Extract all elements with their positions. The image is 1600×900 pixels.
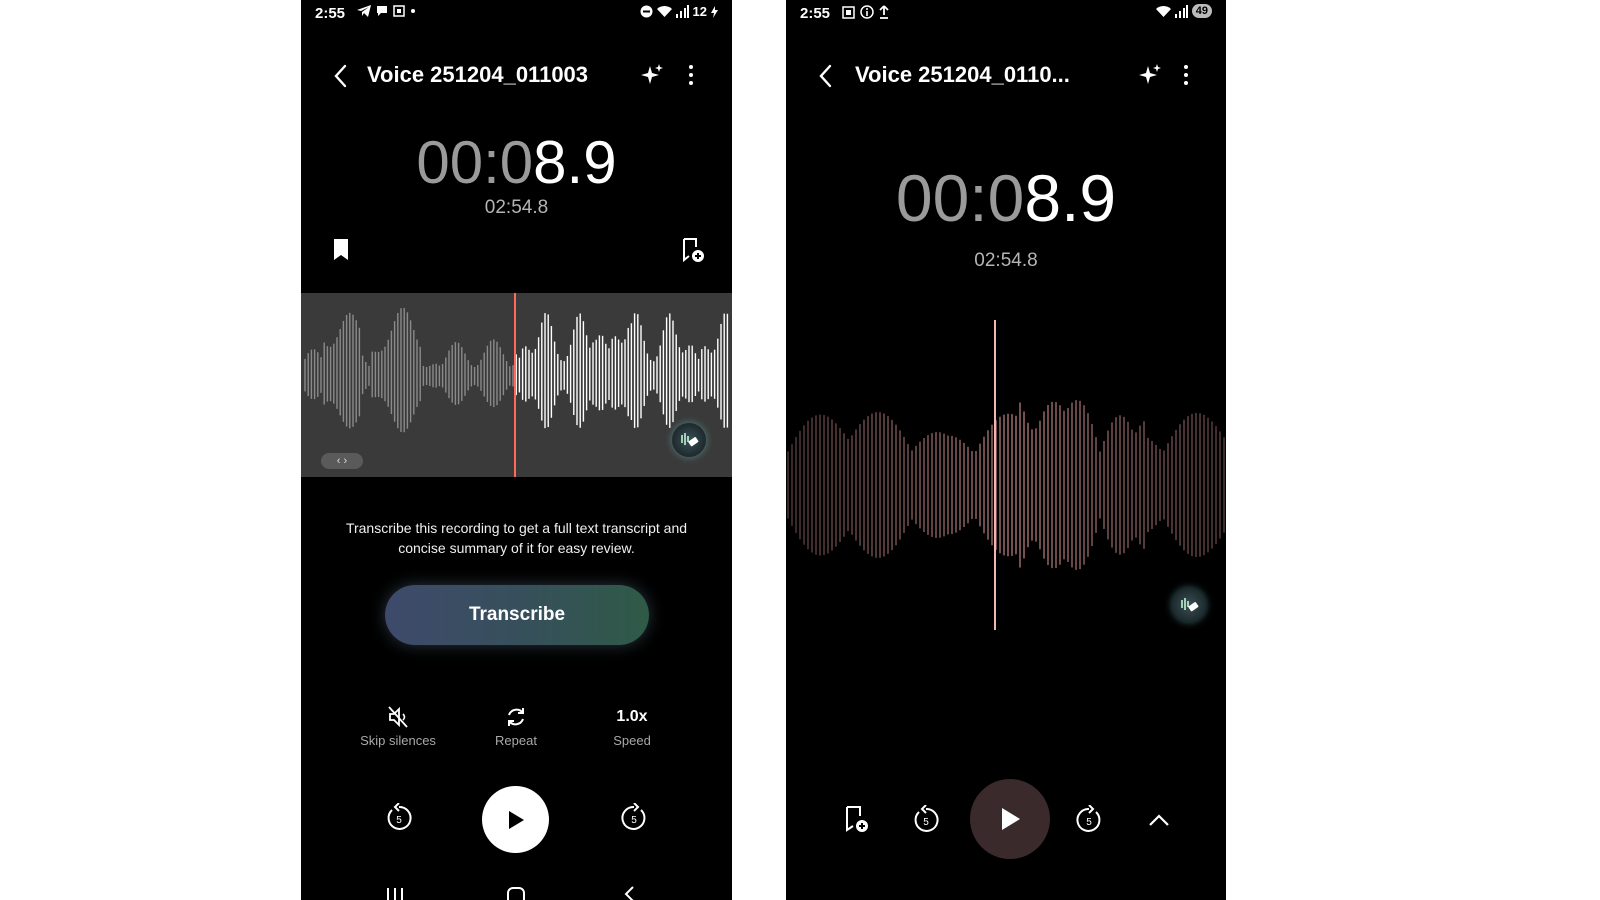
skip-silences-label: Skip silences <box>360 733 436 748</box>
elapsed-time: 00:08.9 <box>301 128 732 197</box>
ai-noise-button[interactable] <box>1172 588 1206 622</box>
screenshot-icon <box>842 5 855 19</box>
add-bookmark-icon[interactable] <box>844 806 870 834</box>
svg-text:5: 5 <box>631 815 637 826</box>
ai-eraser-icon <box>1181 598 1199 612</box>
header: Voice 251204_011003 <box>301 58 732 94</box>
dot-icon <box>411 9 415 13</box>
screenshot-icon <box>393 5 405 17</box>
waveform[interactable] <box>301 293 732 477</box>
status-time: 2:55 <box>315 5 346 22</box>
signal-icon <box>1174 4 1188 18</box>
play-button[interactable] <box>482 786 549 853</box>
ai-noise-button[interactable] <box>672 423 706 457</box>
upload-icon <box>879 5 889 19</box>
ai-eraser-icon <box>681 433 699 447</box>
play-icon <box>508 810 524 829</box>
notification-icons <box>842 5 889 19</box>
status-bar: 2:55 49 <box>786 3 1226 23</box>
navigation-bar <box>301 884 732 900</box>
transcribe-button[interactable]: Transcribe <box>385 585 649 645</box>
nav-back-icon[interactable] <box>623 886 637 900</box>
back-icon[interactable] <box>814 62 838 90</box>
battery-level: 49 <box>1191 4 1212 18</box>
rewind-5-icon[interactable]: 5 <box>384 803 414 833</box>
left-phone-screen: 2:55 12 Voice 251204_011003 00:08.9 02:5… <box>301 0 732 900</box>
recording-title: Voice 251204_011003 <box>367 62 589 87</box>
repeat-button[interactable]: Repeat <box>461 704 571 748</box>
sparkle-icon[interactable] <box>1137 62 1163 88</box>
system-icons: 49 <box>1155 4 1212 18</box>
home-icon[interactable] <box>506 886 526 900</box>
waveform[interactable] <box>786 320 1226 650</box>
wifi-icon <box>656 6 672 17</box>
transcribe-description: Transcribe this recording to get a full … <box>345 520 688 556</box>
back-icon[interactable] <box>329 62 353 90</box>
system-icons: 12 <box>640 4 718 19</box>
forward-5-icon[interactable]: 5 <box>1074 805 1104 835</box>
charging-icon <box>711 5 718 18</box>
svg-text:5: 5 <box>1086 817 1092 828</box>
total-duration: 02:54.8 <box>974 250 1038 271</box>
waveform-panel[interactable]: ‹ › <box>301 293 732 477</box>
dnd-icon <box>640 5 653 18</box>
wifi-icon <box>1155 5 1171 17</box>
status-bar: 2:55 12 <box>301 3 732 23</box>
recording-title: Voice 251204_0110... <box>855 62 1070 87</box>
add-bookmark-icon[interactable] <box>681 238 705 264</box>
play-icon <box>1002 808 1020 830</box>
elapsed-time: 00:08.9 <box>786 160 1226 236</box>
chat-icon <box>377 6 387 16</box>
header: Voice 251204_0110... <box>786 58 1226 94</box>
play-button[interactable] <box>970 779 1050 859</box>
rewind-5-icon[interactable]: 5 <box>911 805 941 835</box>
forward-5-icon[interactable]: 5 <box>619 803 649 833</box>
sparkle-icon[interactable] <box>639 62 665 88</box>
bookmark-icon[interactable] <box>331 238 351 262</box>
battery-level: 12 <box>692 4 707 19</box>
total-duration: 02:54.8 <box>484 197 549 218</box>
repeat-label: Repeat <box>495 733 537 748</box>
skip-silences-button[interactable]: Skip silences <box>343 704 453 748</box>
recent-apps-icon[interactable] <box>385 888 405 900</box>
right-phone-screen: 2:55 49 Voice 251204_0110... 00:08.9 02:… <box>786 0 1226 900</box>
elapsed-time-bright: 8.9 <box>1024 161 1117 235</box>
chevron-up-icon[interactable] <box>1147 812 1171 828</box>
elapsed-time-dim: 00:0 <box>416 129 534 196</box>
svg-text:5: 5 <box>923 817 929 828</box>
more-icon[interactable] <box>685 62 697 88</box>
repeat-icon <box>508 708 524 726</box>
elapsed-time-bright: 8.9 <box>533 129 617 196</box>
elapsed-time-dim: 00:0 <box>895 161 1025 235</box>
more-icon[interactable] <box>1180 62 1192 88</box>
speed-label: Speed <box>613 733 651 748</box>
svg-text:5: 5 <box>396 815 402 826</box>
telegram-icon <box>357 5 371 17</box>
scroll-handle[interactable]: ‹ › <box>321 453 363 469</box>
speed-value: 1.0x <box>616 708 648 725</box>
signal-icon <box>675 5 689 18</box>
skip-silences-icon <box>388 706 408 728</box>
notification-icons <box>357 5 416 17</box>
speed-button[interactable]: 1.0x Speed <box>577 704 687 748</box>
status-time: 2:55 <box>800 5 831 22</box>
info-icon <box>860 5 874 19</box>
